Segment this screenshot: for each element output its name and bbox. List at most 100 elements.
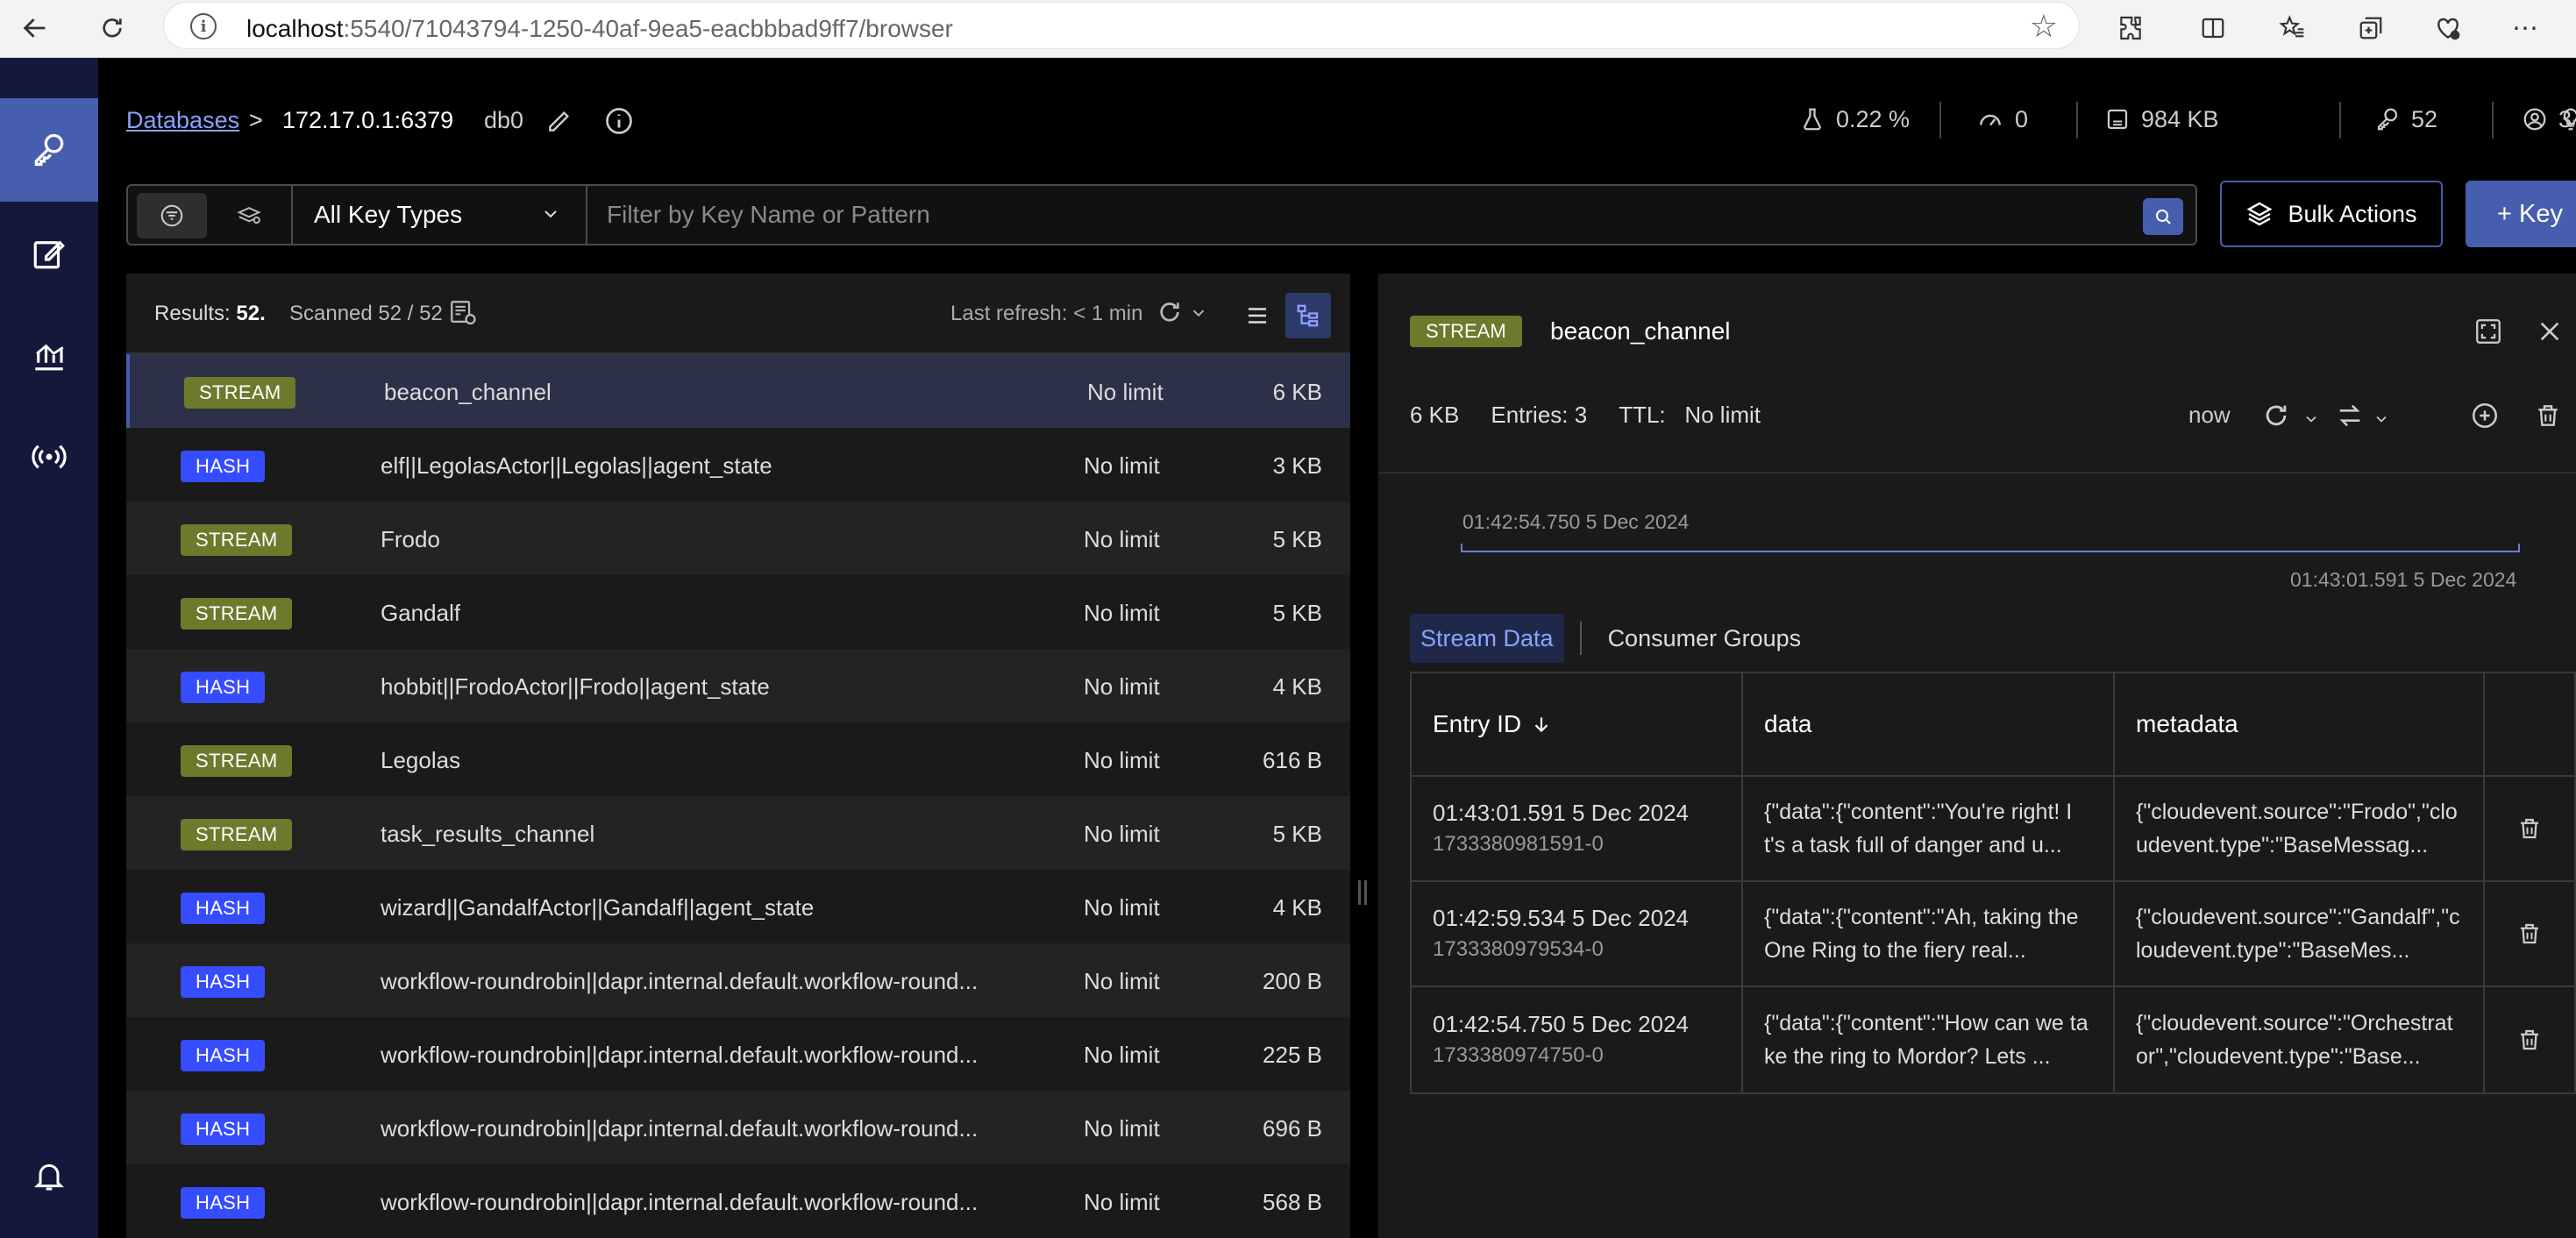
- entry-actions-cell: [2485, 777, 2574, 880]
- sidebar-item-analysis[interactable]: [0, 303, 98, 407]
- key-type-badge: STREAM: [181, 598, 293, 630]
- key-list-row[interactable]: STREAM Frodo No limit 5 KB: [126, 502, 1350, 575]
- key-size: 5 KB: [1272, 526, 1322, 552]
- breadcrumb-databases-link[interactable]: Databases: [126, 107, 239, 134]
- key-list-row[interactable]: HASH hobbit||FrodoActor||Frodo||agent_sta…: [126, 649, 1350, 722]
- scan-settings-icon[interactable]: [447, 298, 479, 328]
- list-view-button[interactable]: [1235, 293, 1280, 338]
- key-list-row[interactable]: STREAM beacon_channel No limit 6 KB: [126, 354, 1350, 428]
- key-name: workflow-roundrobin||dapr.internal.defau…: [381, 1042, 978, 1068]
- sidebar-item-pubsub[interactable]: [0, 405, 98, 509]
- entry-data: {"data":{"content":"How can we take the …: [1764, 1011, 2089, 1069]
- sidebar-item-notifications[interactable]: [0, 1124, 98, 1227]
- entry-timestamp: 01:43:01.591 5 Dec 2024: [1433, 800, 1690, 826]
- key-icon: [34, 133, 64, 167]
- back-icon[interactable]: [12, 5, 58, 51]
- format-options-chevron-icon[interactable]: [2364, 402, 2399, 437]
- key-meta: 6 KB Entries: 3 TTL: No limit: [1410, 402, 1761, 429]
- site-info-icon[interactable]: i: [190, 13, 217, 39]
- db-info-icon[interactable]: [601, 103, 637, 139]
- entry-metadata-cell[interactable]: {"cloudevent.source":"Frodo","cloudevent…: [2115, 777, 2485, 880]
- entry-id-cell: 01:43:01.591 5 Dec 2024 1733380981591-0: [1412, 777, 1743, 880]
- panel-resize-handle[interactable]: [1358, 880, 1369, 912]
- entry-data-cell[interactable]: {"data":{"content":"Ah, taking the One R…: [1743, 882, 2115, 985]
- tab-consumer-groups[interactable]: Consumer Groups: [1598, 614, 1812, 663]
- key-list-row[interactable]: STREAM task_results_channel No limit 5 KB: [126, 796, 1350, 870]
- favorites-icon[interactable]: [2271, 7, 2313, 49]
- delete-entry-trash-icon[interactable]: [2516, 920, 2543, 948]
- key-name: elf||LegolasActor||Legolas||agent_state: [381, 452, 772, 479]
- key-ttl: No limit: [1084, 968, 1160, 994]
- close-icon[interactable]: [2532, 314, 2567, 349]
- favorite-star-icon[interactable]: ☆: [2030, 8, 2058, 45]
- column-header-entry-id[interactable]: Entry ID: [1412, 673, 1743, 775]
- entry-metadata-cell[interactable]: {"cloudevent.source":"Orchestrator","clo…: [2115, 987, 2485, 1092]
- tab-stream-data[interactable]: Stream Data: [1410, 614, 1564, 663]
- key-name: workflow-roundrobin||dapr.internal.defau…: [381, 968, 978, 994]
- edit-icon: [33, 240, 65, 269]
- entry-metadata-cell[interactable]: {"cloudevent.source":"Gandalf","cloudeve…: [2115, 882, 2485, 985]
- bulk-actions-button[interactable]: Bulk Actions: [2220, 181, 2443, 247]
- refresh-icon[interactable]: [2259, 398, 2294, 433]
- detail-tabs: Stream Data Consumer Groups: [1410, 614, 1811, 663]
- key-list-row[interactable]: HASH workflow-roundrobin||dapr.internal.d…: [126, 1017, 1350, 1091]
- key-name-title[interactable]: beacon_channel: [1550, 317, 1731, 345]
- key-list-row[interactable]: STREAM Gandalf No limit 5 KB: [126, 575, 1350, 649]
- reload-icon[interactable]: [89, 5, 135, 51]
- browser-essentials-icon[interactable]: [2427, 7, 2469, 49]
- entry-data-cell[interactable]: {"data":{"content":"How can we take the …: [1743, 987, 2115, 1092]
- entry-id: 1733380974750-0: [1433, 1043, 1604, 1067]
- table-row[interactable]: 01:43:01.591 5 Dec 2024 1733380981591-0 {"…: [1412, 777, 2574, 882]
- key-ttl: No limit: [1084, 1115, 1160, 1142]
- delete-entry-trash-icon[interactable]: [2516, 1026, 2543, 1054]
- browser-toolbar: i localhost:5540/71043794-1250-40af-9ea5…: [0, 0, 2576, 58]
- refresh-icon[interactable]: [1156, 298, 1184, 326]
- sidebar-item-browser[interactable]: [0, 98, 98, 202]
- key-ttl[interactable]: TTL: No limit: [1619, 402, 1761, 429]
- key-list-row[interactable]: HASH wizard||GandalfActor||Gandalf||agent…: [126, 870, 1350, 943]
- db-host: 172.17.0.1:6379: [282, 107, 454, 133]
- sort-arrow-down-icon[interactable]: [1530, 713, 1553, 736]
- add-entry-icon[interactable]: [2467, 398, 2502, 433]
- extensions-icon[interactable]: [2110, 7, 2152, 49]
- insights-lightbulb-icon[interactable]: [2553, 102, 2576, 137]
- collections-icon[interactable]: [2350, 7, 2392, 49]
- key-list-row[interactable]: HASH workflow-roundrobin||dapr.internal.d…: [126, 1164, 1350, 1238]
- entry-metadata: {"cloudevent.source":"Orchestrator","clo…: [2136, 1011, 2453, 1069]
- add-key-button[interactable]: + Key: [2466, 181, 2576, 247]
- key-type-select[interactable]: All Key Types: [291, 186, 587, 244]
- key-list-row[interactable]: HASH workflow-roundrobin||dapr.internal.d…: [126, 943, 1350, 1017]
- tree-view-button[interactable]: [1285, 293, 1331, 338]
- table-row[interactable]: 01:42:59.534 5 Dec 2024 1733380979534-0 {"…: [1412, 882, 2574, 987]
- split-screen-icon[interactable]: [2192, 7, 2234, 49]
- edit-db-pencil-icon[interactable]: [542, 103, 577, 139]
- memory-icon: [2107, 109, 2128, 130]
- entry-data-cell[interactable]: {"data":{"content":"You're right! It's a…: [1743, 777, 2115, 880]
- table-row[interactable]: 01:42:54.750 5 Dec 2024 1733380974750-0 {"…: [1412, 987, 2574, 1092]
- sidebar-item-workbench[interactable]: [0, 202, 98, 305]
- format-switch-icon[interactable]: [2332, 398, 2367, 433]
- key-name: workflow-roundrobin||dapr.internal.defau…: [381, 1189, 978, 1215]
- url-text: localhost:5540/71043794-1250-40af-9ea5-e…: [246, 15, 953, 42]
- refresh-options-chevron-icon[interactable]: [1189, 303, 1208, 323]
- list-view-icon: [1249, 308, 1266, 324]
- table-header-row: Entry ID data metadata: [1412, 673, 2574, 777]
- fullscreen-icon[interactable]: [2471, 314, 2506, 349]
- key-size: 3 KB: [1272, 452, 1322, 479]
- vector-search-mode-button[interactable]: [214, 193, 284, 238]
- key-list-row[interactable]: HASH workflow-roundrobin||dapr.internal.d…: [126, 1091, 1350, 1164]
- delete-entry-trash-icon[interactable]: [2516, 815, 2543, 843]
- timeline-range-slider[interactable]: [1461, 544, 2520, 552]
- key-filter-input[interactable]: [589, 189, 2150, 240]
- key-list-row[interactable]: HASH elf||LegolasActor||Legolas||agent_st…: [126, 428, 1350, 502]
- search-button[interactable]: [2143, 198, 2183, 235]
- delete-key-trash-icon[interactable]: [2530, 398, 2565, 433]
- timeline-start-label: 01:42:54.750 5 Dec 2024: [1462, 510, 1690, 533]
- refresh-options-chevron-icon[interactable]: [2294, 402, 2329, 437]
- entry-data: {"data":{"content":"Ah, taking the One R…: [1764, 905, 2079, 963]
- address-bar[interactable]: i localhost:5540/71043794-1250-40af-9ea5…: [163, 2, 2080, 49]
- key-list-row[interactable]: STREAM Legolas No limit 616 B: [126, 722, 1350, 796]
- filter-mode-button[interactable]: [137, 193, 207, 238]
- more-menu-icon[interactable]: ⋯: [2504, 7, 2546, 49]
- scanned-count: Scanned 52 / 52: [289, 302, 443, 325]
